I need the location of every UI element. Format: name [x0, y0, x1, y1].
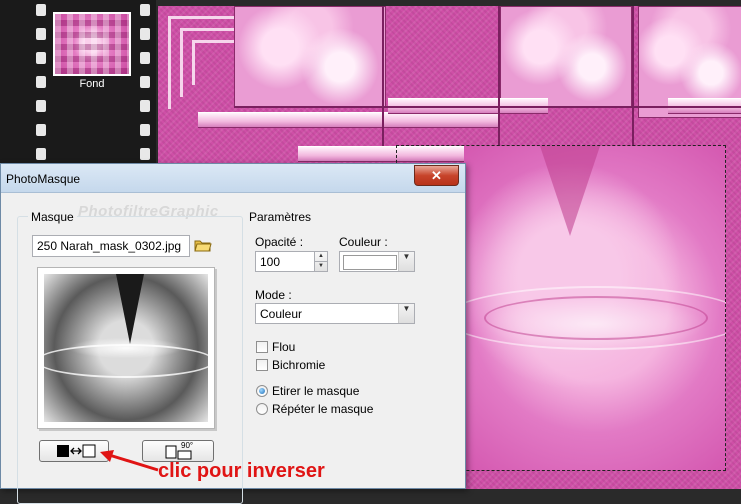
canvas-cloud-panel — [234, 6, 386, 108]
spin-down-icon[interactable]: ▼ — [315, 262, 327, 272]
repeat-mask-label: Répéter le masque — [272, 402, 374, 416]
open-folder-icon[interactable] — [194, 238, 212, 252]
opacity-input[interactable]: 100 — [255, 251, 315, 272]
color-swatch — [343, 255, 397, 270]
canvas-deco-line — [498, 6, 500, 146]
dialog-title: PhotoMasque — [6, 172, 81, 186]
dialog-titlebar[interactable]: PhotoMasque ✕ — [1, 164, 465, 193]
close-button[interactable]: ✕ — [414, 165, 459, 186]
opacity-spinner[interactable]: ▲ ▼ — [314, 251, 328, 272]
annotation-text: clic pour inverser — [158, 460, 325, 482]
mask-group-label: Masque — [28, 210, 77, 224]
close-icon: ✕ — [431, 168, 442, 183]
opacity-label: Opacité : — [255, 235, 304, 249]
annotation-arrow-icon — [100, 450, 159, 472]
repeat-mask-radio[interactable] — [256, 403, 268, 415]
chevron-down-icon[interactable]: ▼ — [398, 252, 414, 271]
layer-thumbnail[interactable] — [53, 12, 131, 76]
canvas-deco-angle — [192, 40, 237, 85]
layer-thumbnail-label: Fond — [79, 78, 105, 90]
canvas-deco-bar — [198, 112, 498, 128]
chevron-down-icon[interactable]: ▼ — [398, 304, 414, 323]
blur-checkbox[interactable] — [256, 341, 268, 353]
dialog-client-area: PhotofiltreGraphic Masque 250 Narah_mask… — [8, 193, 458, 504]
canvas-deco-line — [382, 6, 384, 146]
mask-preview — [37, 267, 215, 429]
canvas-deco-line — [234, 106, 741, 108]
stretch-mask-label: Etirer le masque — [272, 384, 360, 398]
spin-up-icon[interactable]: ▲ — [315, 252, 327, 262]
color-label: Couleur : — [339, 235, 388, 249]
blur-label: Flou — [272, 340, 296, 354]
stretch-mask-radio[interactable] — [256, 385, 268, 397]
mask-filename-field[interactable]: 250 Narah_mask_0302.jpg — [32, 235, 190, 257]
photomasque-dialog: PhotoMasque ✕ PhotofiltreGraphic Masque … — [0, 163, 466, 504]
params-group-label: Paramètres — [246, 210, 315, 224]
canvas-deco-line — [632, 6, 634, 146]
canvas-cloud-panel — [500, 6, 632, 108]
mode-label: Mode : — [255, 288, 292, 302]
invert-mask-icon — [57, 444, 96, 458]
mode-select-value: Couleur — [260, 307, 303, 321]
mode-select[interactable]: Couleur ▼ — [255, 303, 415, 324]
color-picker-combo[interactable]: ▼ — [339, 251, 415, 272]
bichromie-label: Bichromie — [272, 358, 326, 372]
mask-preview-image — [44, 274, 208, 422]
rotate-90-label: 90° — [181, 441, 194, 450]
bichromie-checkbox[interactable] — [256, 359, 268, 371]
